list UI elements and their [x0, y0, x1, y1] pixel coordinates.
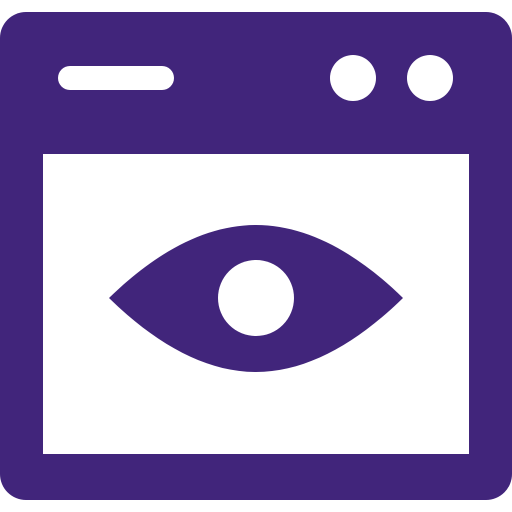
icon-stage	[0, 0, 512, 512]
window-control-dot-left	[330, 55, 376, 101]
browser-window-eye-icon	[0, 12, 512, 500]
pupil-dot	[218, 260, 294, 336]
address-bar-pill	[58, 66, 174, 90]
window-control-dot-right	[407, 55, 453, 101]
